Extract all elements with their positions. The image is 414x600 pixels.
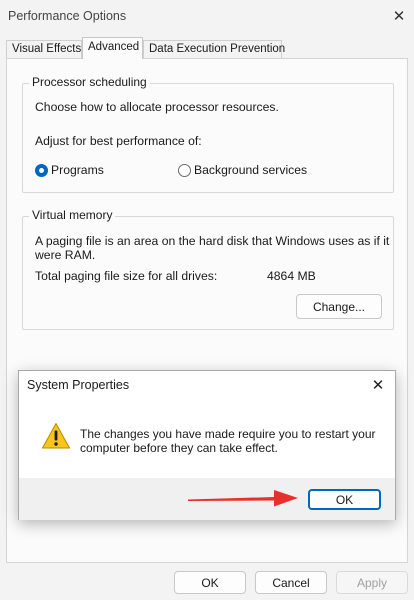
apply-button: Apply: [336, 571, 408, 594]
ok-button[interactable]: OK: [174, 571, 246, 594]
tab-advanced[interactable]: Advanced: [82, 37, 143, 59]
window-title: Performance Options: [8, 9, 127, 23]
processor-scheduling-group: Processor scheduling Choose how to alloc…: [22, 75, 394, 193]
dialog-close-icon[interactable]: ✕: [367, 374, 389, 396]
dialog-message-line2: computer before they can take effect.: [80, 441, 278, 455]
arrow-shape: [188, 490, 298, 507]
window-close-icon[interactable]: ✕: [384, 0, 414, 32]
red-arrow-annotation: [188, 490, 298, 507]
background-services-radio[interactable]: [178, 164, 191, 177]
dialog-ok-button[interactable]: OK: [308, 489, 381, 510]
change-button[interactable]: Change...: [296, 294, 382, 319]
title-bar: Performance Options ✕: [0, 0, 414, 32]
tab-data-execution-prevention[interactable]: Data Execution Prevention: [143, 40, 285, 59]
tab-visual-effects[interactable]: Visual Effects: [6, 40, 82, 59]
virtual-memory-description-line1: A paging file is an area on the hard dis…: [35, 234, 390, 248]
background-services-radio-label[interactable]: Background services: [194, 163, 307, 177]
total-paging-size-value: 4864 MB: [267, 269, 316, 283]
programs-radio-label[interactable]: Programs: [51, 163, 104, 177]
virtual-memory-description-line2: were RAM.: [35, 248, 96, 262]
processor-scheduling-legend: Processor scheduling: [29, 75, 150, 89]
virtual-memory-legend: Virtual memory: [29, 208, 116, 222]
dialog-message-line1: The changes you have made require you to…: [80, 427, 376, 441]
dialog-title: System Properties: [27, 378, 130, 392]
cancel-button[interactable]: Cancel: [255, 571, 327, 594]
adjust-performance-label: Adjust for best performance of:: [35, 134, 202, 148]
virtual-memory-group: Virtual memory A paging file is an area …: [22, 208, 394, 330]
total-paging-size-label: Total paging file size for all drives:: [35, 269, 218, 283]
warning-icon: [42, 423, 70, 449]
processor-scheduling-description: Choose how to allocate processor resourc…: [35, 100, 279, 114]
programs-radio[interactable]: [35, 164, 48, 177]
dialog-message: The changes you have made require you to…: [80, 427, 380, 455]
